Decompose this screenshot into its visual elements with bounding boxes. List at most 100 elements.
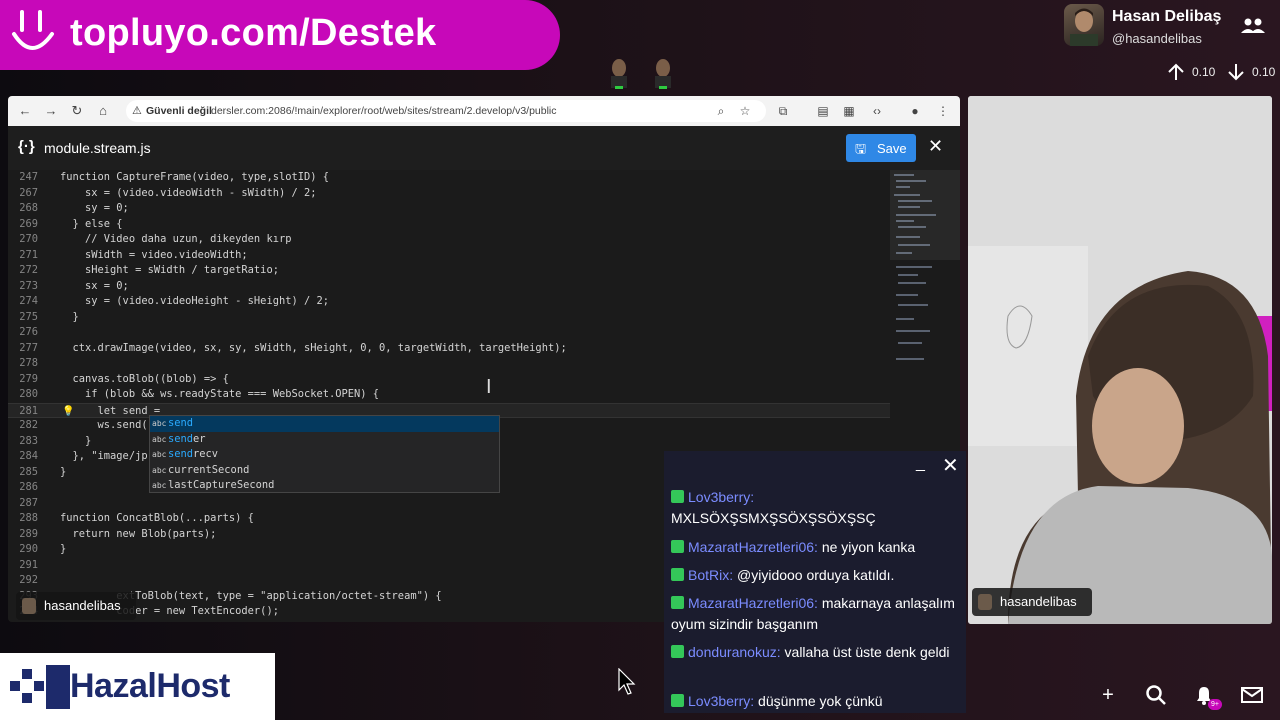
save-button[interactable]: 🖫 Save [846,134,916,162]
chat-username[interactable]: donduranokuz: [688,644,781,660]
line-text[interactable]: ctx.drawImage(video, sx, sy, sWidth, sHe… [60,341,567,357]
line-number: 270 [19,233,38,245]
kind-badge: abc [152,419,167,428]
kick-badge-icon [671,540,684,553]
chat-username[interactable]: MazaratHazretleri06: [688,595,818,611]
line-text[interactable]: canvas.toBlob((blob) => { [60,372,229,388]
chat-username[interactable]: BotRix: [688,567,733,583]
line-number: 272 [19,264,38,276]
url-text[interactable]: dersler.com:2086/!main/explorer/root/web… [211,100,557,122]
autocomplete-item[interactable]: abc currentSecond [150,463,499,479]
match-text: send [168,448,194,460]
profile-name: Hasan Delibaş [1112,8,1222,25]
line-text[interactable]: function ConcatBlob(...parts) { [60,511,254,527]
autocomplete-item[interactable]: abc send [150,416,499,432]
viewer-avatar[interactable] [652,56,674,90]
profile-card[interactable]: Hasan Delibaş @hasandelibas [1064,4,1274,50]
suggestion-text: lastCaptureSecond [168,478,274,494]
lightbulb-icon[interactable]: 💡 [62,404,74,420]
back-icon[interactable]: ← [16,102,34,120]
rest-text: recv [193,448,219,460]
suggestion-text: sendrecv [168,447,218,463]
avatar [978,594,992,610]
hazalhost-logo: HazalHost [0,653,275,720]
sidebar-icon[interactable]: ▤ [814,102,832,120]
kick-badge-icon [671,645,684,658]
avatar[interactable] [1064,4,1104,46]
zoom-icon[interactable]: ⌕ [712,102,730,120]
line-number: 282 [19,419,38,431]
suggestion-text: sender [168,432,206,448]
apps-icon[interactable]: ▦ [840,102,858,120]
mouse-pointer-icon [618,668,636,695]
home-icon[interactable]: ⌂ [94,102,112,120]
line-text[interactable]: } [60,434,91,450]
line-text[interactable]: sx = 0; [60,279,129,295]
warning-icon[interactable]: ⚠ [132,100,142,122]
screen-name-tag: hasandelibas [16,592,136,620]
match-text: send [168,432,194,445]
line-text[interactable]: sy = 0; [60,201,129,217]
line-number: 287 [19,496,38,509]
chat-panel: _ ✕ Lov3berry: MXLSÖXŞSMXŞSÖXŞSÖXŞSÇ Maza… [664,451,966,713]
chat-username[interactable]: MazaratHazretleri06: [688,539,818,555]
autocomplete-list[interactable]: abc send abc sender abc sendrecv abc currentSec… [149,415,500,493]
viewer-avatar[interactable] [608,56,630,90]
extensions-icon[interactable]: ⧉ [774,102,792,120]
forward-icon[interactable]: → [42,102,60,120]
menu-icon[interactable]: ⋮ [934,102,952,120]
star-icon[interactable]: ☆ [736,102,754,120]
line-number: 271 [19,248,38,261]
rest-text: er [193,432,206,445]
line-number: 280 [19,388,38,400]
line-text[interactable]: sHeight = sWidth / targetRatio; [60,263,279,279]
match-text: send [168,417,194,429]
line-number: 276 [19,326,38,338]
line-text[interactable]: } [60,310,79,326]
suggestion-text: currentSecond [168,463,249,479]
webcam-image [968,96,1272,624]
minimize-icon[interactable]: _ [916,455,925,473]
close-icon[interactable]: ✕ [942,453,959,478]
line-number: 286 [19,481,38,493]
url-input[interactable]: ⚠ Güvenli değil dersler.com:2086/!main/e… [126,100,766,122]
insecure-label[interactable]: Güvenli değil [146,100,212,122]
profile-handle: @hasandelibas [1112,31,1202,46]
close-icon[interactable]: ✕ [928,136,943,157]
line-text[interactable]: sx = (video.videoWidth - sWidth) / 2; [60,186,316,202]
chat-username[interactable]: Lov3berry: [688,489,754,505]
rest-text: lastCaptureSecond [168,479,275,491]
line-text[interactable]: } [60,542,66,558]
plus-icon[interactable]: + [1096,683,1120,707]
reload-icon[interactable]: ↻ [68,102,86,120]
line-text[interactable]: }, "image/jp [60,449,148,465]
line-text[interactable]: sWidth = video.videoWidth; [60,248,248,264]
code-icon[interactable]: ‹› [868,102,886,120]
smile-icon [12,10,54,50]
autocomplete-item[interactable]: abc sender [150,432,499,448]
line-text[interactable]: function CaptureFrame(video, type,slotID… [60,170,329,186]
line-number: 268 [19,202,38,214]
arrow-up-icon [1168,63,1184,80]
minimap-viewport[interactable] [890,170,960,260]
line-text[interactable]: } [60,465,66,481]
mail-icon[interactable] [1240,683,1264,707]
autocomplete-item[interactable]: abc sendrecv [150,447,499,463]
line-text[interactable]: return new Blob(parts); [60,527,217,543]
chat-username[interactable]: Lov3berry: [688,693,754,709]
kick-badge-icon [671,596,684,609]
profile-icon[interactable]: ● [906,102,924,120]
line-text[interactable]: if (blob && ws.readyState === WebSocket.… [60,387,379,403]
search-icon[interactable] [1144,683,1168,707]
autocomplete-item[interactable]: abc lastCaptureSecond [150,478,499,494]
webcam-feed: hasandelibas [968,96,1272,624]
line-text[interactable]: let send = [60,404,161,420]
kind-badge: abc [152,434,167,444]
rest-text: currentSecond [168,463,250,476]
chat-text: ne yiyon kanka [817,539,916,555]
line-text[interactable]: } else { [60,217,123,233]
line-text[interactable]: sy = (video.videoHeight - sHeight) / 2; [60,294,329,310]
people-icon[interactable] [1240,16,1266,36]
line-text[interactable]: // Video daha uzun, dikeyden kırp [60,232,291,248]
line-number: 267 [19,186,38,199]
